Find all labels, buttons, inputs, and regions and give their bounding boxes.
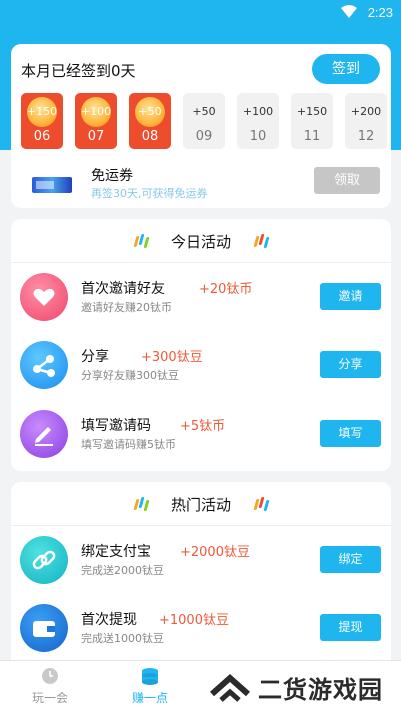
wifi-icon — [341, 5, 357, 18]
heart-icon — [20, 273, 68, 321]
activity-item: 分享 +300钛豆 分享好友赚300钛豆 分享 — [11, 332, 391, 398]
checkin-day: +50 09 — [183, 93, 225, 149]
decoration-icon — [253, 234, 270, 248]
ticket-icon — [32, 171, 72, 197]
activity-name: 填写邀请码 — [81, 418, 151, 434]
checkin-day: +200 12 — [345, 93, 387, 149]
watermark-logo-icon — [210, 673, 250, 702]
activity-item: 首次提现 +1000钛豆 完成送1000钛豆 提现 — [11, 595, 391, 661]
day-number: 06 — [33, 129, 51, 144]
activity-reward: +1000钛豆 — [159, 613, 229, 628]
status-bar: 2:23 — [0, 0, 401, 26]
checkin-day: +100 07 — [75, 93, 117, 149]
tab-label: 赚一点 — [131, 691, 168, 705]
section-title: 今日活动 — [170, 233, 231, 251]
clock-icon — [42, 668, 58, 684]
day-number: 12 — [357, 129, 375, 144]
day-reward: +150 — [296, 105, 328, 118]
checkin-days: +150 06 +100 07 +50 08 +50 09 +100 10 +1… — [21, 93, 387, 149]
bind-alipay-button[interactable]: 绑定 — [320, 546, 381, 573]
decoration-icon — [253, 497, 270, 511]
day-number: 09 — [195, 129, 213, 144]
section-header: 热门活动 — [11, 482, 391, 526]
activity-desc: 分享好友赚300钛豆 — [81, 369, 179, 382]
link-icon — [20, 536, 68, 584]
activity-name: 首次提现 — [81, 612, 137, 628]
checkin-title: 本月已经签到0天 — [21, 62, 136, 80]
day-reward: +200 — [350, 105, 382, 118]
share-icon — [20, 341, 68, 389]
activity-reward: +5钛币 — [180, 419, 226, 434]
day-reward: +100 — [242, 105, 274, 118]
activity-desc: 完成送1000钛豆 — [81, 632, 164, 645]
checkin-day: +50 08 — [129, 93, 171, 149]
day-reward: +100 — [80, 105, 112, 118]
day-reward: +150 — [26, 105, 58, 118]
tab-play[interactable]: 玩一会 — [0, 661, 100, 710]
activity-reward: +300钛豆 — [141, 350, 203, 365]
watermark: 二货游戏园 — [208, 668, 398, 704]
checkin-day: +150 11 — [291, 93, 333, 149]
activity-name: 分享 — [81, 349, 109, 365]
ticket-subtitle: 再签30天,可获得免运券 — [91, 187, 208, 200]
activity-name: 首次邀请好友 — [81, 281, 165, 297]
share-button[interactable]: 分享 — [320, 351, 381, 378]
ticket-title: 免运券 — [91, 168, 133, 184]
section-title: 热门活动 — [170, 496, 231, 514]
coins-icon — [142, 668, 158, 685]
checkin-card: 本月已经签到0天 签到 +150 06 +100 07 +50 08 +50 0… — [11, 44, 391, 208]
pencil-icon — [20, 410, 68, 458]
day-reward: +50 — [192, 105, 216, 118]
activity-reward: +20钛币 — [199, 282, 253, 297]
activity-desc: 填写邀请码赚5钛币 — [81, 438, 176, 451]
activity-desc: 邀请好友赚20钛币 — [81, 301, 172, 314]
day-number: 07 — [87, 129, 105, 144]
invite-button[interactable]: 邀请 — [320, 283, 381, 310]
withdraw-button[interactable]: 提现 — [320, 614, 381, 641]
fill-code-button[interactable]: 填写 — [320, 420, 381, 447]
sign-in-button[interactable]: 签到 — [312, 54, 380, 84]
activity-reward: +2000钛豆 — [180, 545, 250, 560]
tab-label: 玩一会 — [31, 691, 68, 705]
section-header: 今日活动 — [11, 219, 391, 263]
day-number: 10 — [249, 129, 267, 144]
activity-item: 首次邀请好友 +20钛币 邀请好友赚20钛币 邀请 — [11, 264, 391, 330]
status-time: 2:23 — [367, 5, 393, 20]
today-activities-card: 今日活动 首次邀请好友 +20钛币 邀请好友赚20钛币 邀请 分享 +300钛豆… — [11, 219, 391, 471]
day-reward: +50 — [138, 105, 162, 118]
checkin-day: +100 10 — [237, 93, 279, 149]
activity-desc: 完成送2000钛豆 — [81, 564, 164, 577]
day-number: 11 — [303, 129, 321, 144]
watermark-text: 二货游戏园 — [258, 676, 383, 704]
checkin-day: +150 06 — [21, 93, 63, 149]
activity-name: 绑定支付宝 — [81, 544, 151, 560]
claim-button[interactable]: 领取 — [314, 167, 380, 194]
activity-item: 绑定支付宝 +2000钛豆 完成送2000钛豆 绑定 — [11, 527, 391, 593]
day-number: 08 — [141, 129, 159, 144]
wallet-icon — [20, 604, 68, 652]
activity-item: 填写邀请码 +5钛币 填写邀请码赚5钛币 填写 — [11, 401, 391, 467]
tab-earn[interactable]: 赚一点 — [100, 661, 200, 710]
hot-activities-card: 热门活动 绑定支付宝 +2000钛豆 完成送2000钛豆 绑定 首次提现 +10… — [11, 482, 391, 672]
